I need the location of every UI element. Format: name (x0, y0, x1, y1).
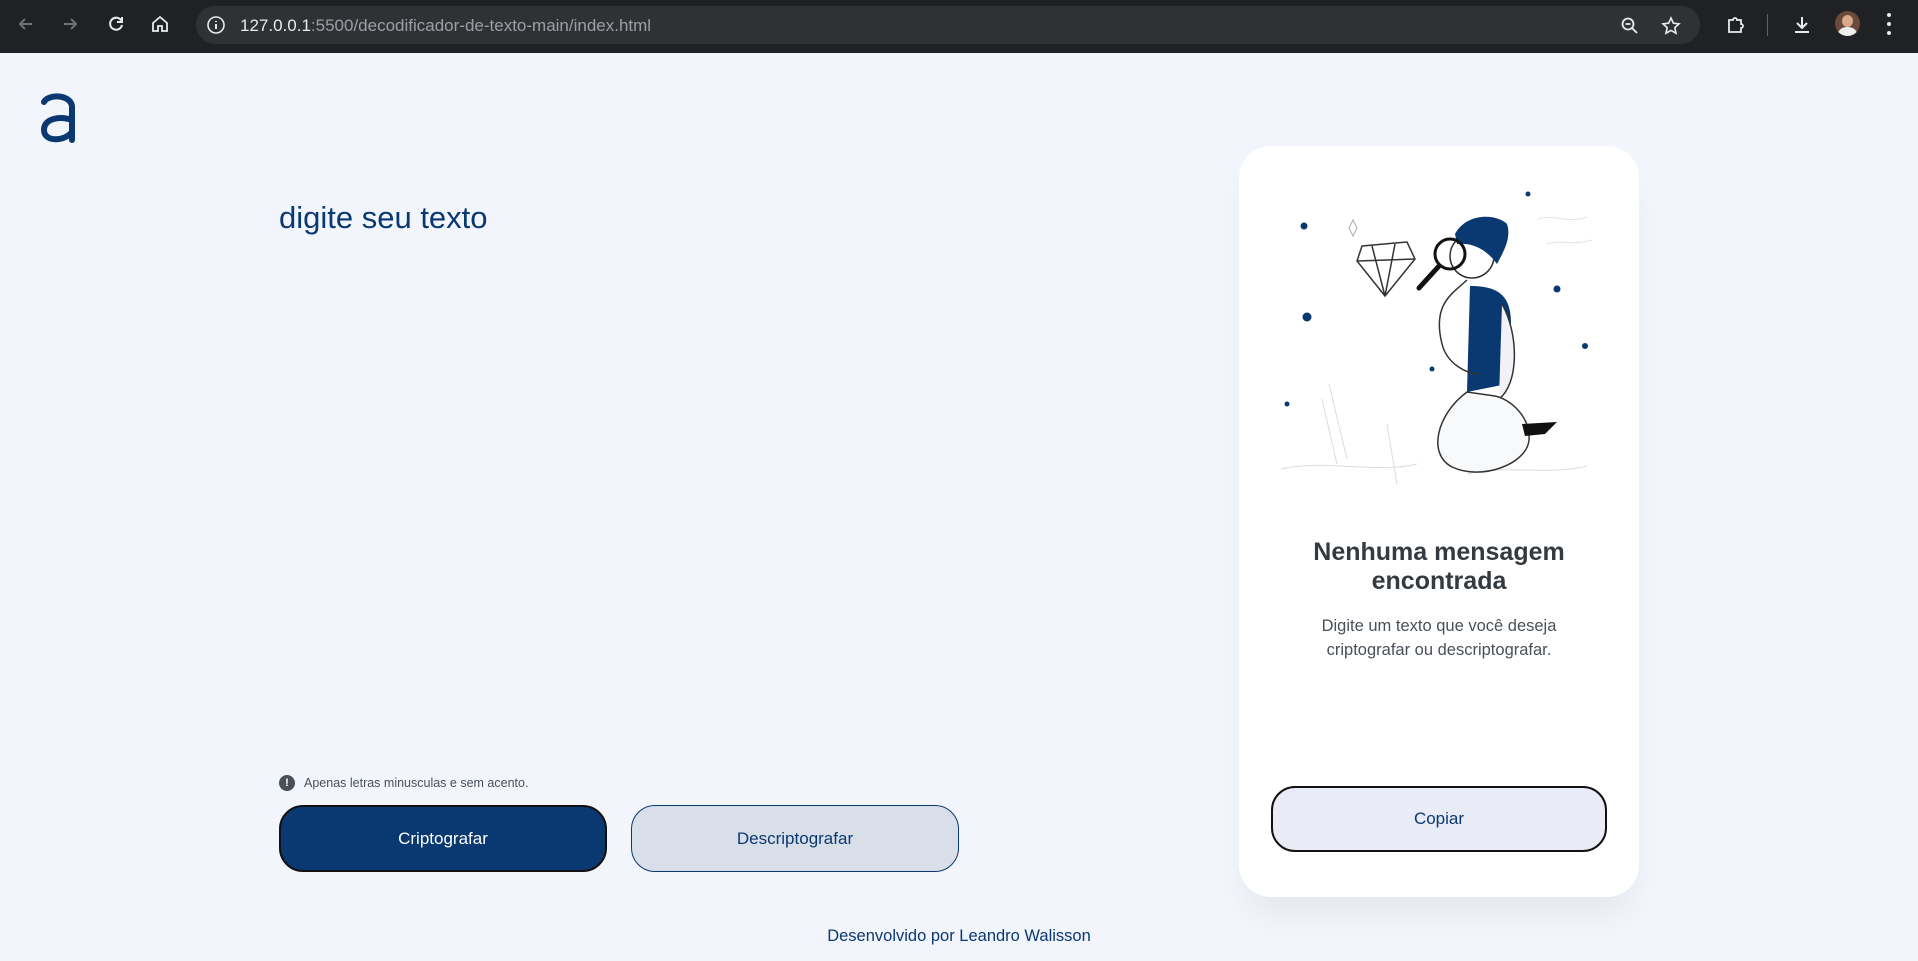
avatar[interactable] (1835, 11, 1860, 36)
warning-text: Apenas letras minusculas e sem acento. (304, 776, 529, 790)
alura-logo-icon (40, 93, 75, 143)
reload-icon (109, 16, 123, 31)
arrow-left-icon (18, 18, 32, 30)
reload-button[interactable] (102, 10, 130, 38)
output-panel: Nenhuma mensagem encontrada Digite um te… (1239, 146, 1639, 897)
puzzle-icon (1728, 17, 1744, 33)
toolbar-divider (1767, 14, 1768, 36)
menu-button[interactable] (1884, 11, 1894, 37)
copy-button[interactable]: Copiar (1271, 786, 1607, 852)
kebab-menu-icon (1887, 13, 1891, 18)
star-icon (1661, 16, 1681, 35)
bookmark-button[interactable] (1659, 14, 1683, 38)
extensions-button[interactable] (1723, 12, 1749, 38)
empty-state-title: Nenhuma mensagem encontrada (1313, 538, 1565, 595)
input-warning: ! Apenas letras minusculas e sem acento. (279, 775, 528, 791)
address-bar[interactable]: 127.0.0.1:5500/decodificador-de-texto-ma… (196, 6, 1700, 44)
zoom-button[interactable] (1618, 14, 1642, 38)
browser-toolbar: 127.0.0.1:5500/decodificador-de-texto-ma… (0, 0, 1918, 53)
message-input[interactable] (279, 200, 1179, 760)
home-button[interactable] (146, 10, 174, 38)
site-info-button[interactable] (204, 13, 228, 37)
empty-state-text: Digite um texto que você deseja criptogr… (1321, 617, 1557, 659)
download-icon (1795, 17, 1809, 33)
footer-credit: Desenvolvido por Leandro Walisson (827, 927, 1091, 945)
url-text: 127.0.0.1:5500/decodificador-de-texto-ma… (240, 16, 652, 35)
zoom-icon (1621, 17, 1638, 34)
person-with-magnifier-illustration (1280, 191, 1593, 485)
home-icon (152, 15, 168, 32)
exclamation-circle-icon: ! (279, 775, 295, 791)
forward-button[interactable] (56, 10, 84, 38)
info-icon (207, 16, 225, 34)
downloads-button[interactable] (1789, 12, 1815, 38)
decrypt-button[interactable]: Descriptografar (631, 805, 959, 872)
arrow-right-icon (64, 18, 78, 30)
encrypt-button[interactable]: Criptografar (279, 805, 607, 872)
back-button[interactable] (12, 10, 40, 38)
